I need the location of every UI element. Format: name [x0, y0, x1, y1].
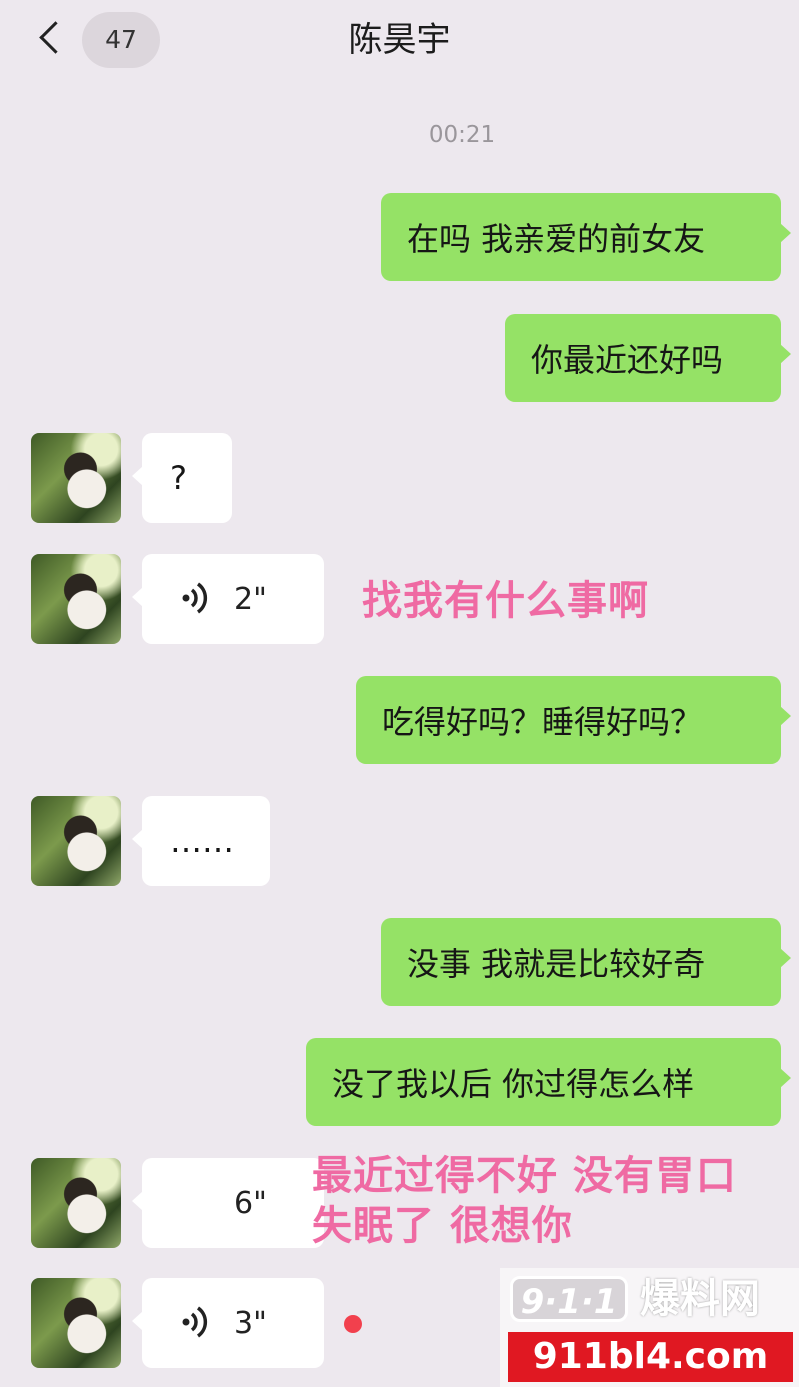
- message-text: ……: [170, 822, 234, 860]
- message-timestamp: 00:21: [428, 122, 496, 148]
- message-text: ?: [170, 459, 187, 497]
- voice-message-bubble[interactable]: 6": [132, 1158, 324, 1248]
- red-dot-icon: [344, 1315, 362, 1333]
- my-message-bubble[interactable]: 吃得好吗？睡得好吗？: [356, 676, 791, 764]
- voice-duration: 3": [234, 1306, 267, 1341]
- contact-avatar[interactable]: [31, 433, 121, 523]
- contact-avatar[interactable]: [31, 1278, 121, 1368]
- contact-avatar[interactable]: [31, 1158, 121, 1248]
- watermark-badge: 9·1·1: [510, 1276, 628, 1322]
- their-message-bubble[interactable]: ?: [132, 433, 232, 523]
- voice-wave-icon: [182, 582, 208, 614]
- contact-avatar[interactable]: [31, 554, 121, 644]
- voice-duration: 6": [234, 1186, 267, 1221]
- my-message-bubble[interactable]: 没事 我就是比较好奇: [381, 918, 791, 1006]
- subtitle-caption: 失眠了 很想你: [312, 1203, 573, 1249]
- chat-title: 陈昊宇: [348, 20, 451, 60]
- my-message-bubble[interactable]: 没了我以后 你过得怎么样: [306, 1038, 791, 1126]
- voice-duration: 2": [234, 582, 267, 617]
- their-message-bubble[interactable]: ……: [132, 796, 270, 886]
- chat-header: 47 陈昊宇: [0, 0, 799, 80]
- watermark: 9·1·1 爆料网 911bl4.com: [500, 1268, 799, 1387]
- voice-message-bubble[interactable]: 2": [132, 554, 324, 644]
- my-message-bubble[interactable]: 在吗 我亲爱的前女友: [381, 193, 791, 281]
- message-text: 你最近还好吗: [531, 341, 724, 379]
- voice-wave-icon: [182, 1306, 208, 1338]
- watermark-url: 911bl4.com: [508, 1332, 793, 1382]
- watermark-brand: 爆料网: [640, 1276, 760, 1322]
- subtitle-caption: 找我有什么事啊: [362, 578, 649, 624]
- contact-avatar[interactable]: [31, 796, 121, 886]
- subtitle-caption: 最近过得不好 没有胃口: [312, 1153, 737, 1199]
- message-text: 没事 我就是比较好奇: [407, 945, 706, 983]
- message-text: 吃得好吗？睡得好吗？: [382, 703, 703, 741]
- my-message-bubble[interactable]: 你最近还好吗: [505, 314, 791, 402]
- message-text: 在吗 我亲爱的前女友: [407, 220, 706, 258]
- message-text: 没了我以后 你过得怎么样: [332, 1065, 695, 1103]
- voice-message-bubble[interactable]: 3": [132, 1278, 324, 1368]
